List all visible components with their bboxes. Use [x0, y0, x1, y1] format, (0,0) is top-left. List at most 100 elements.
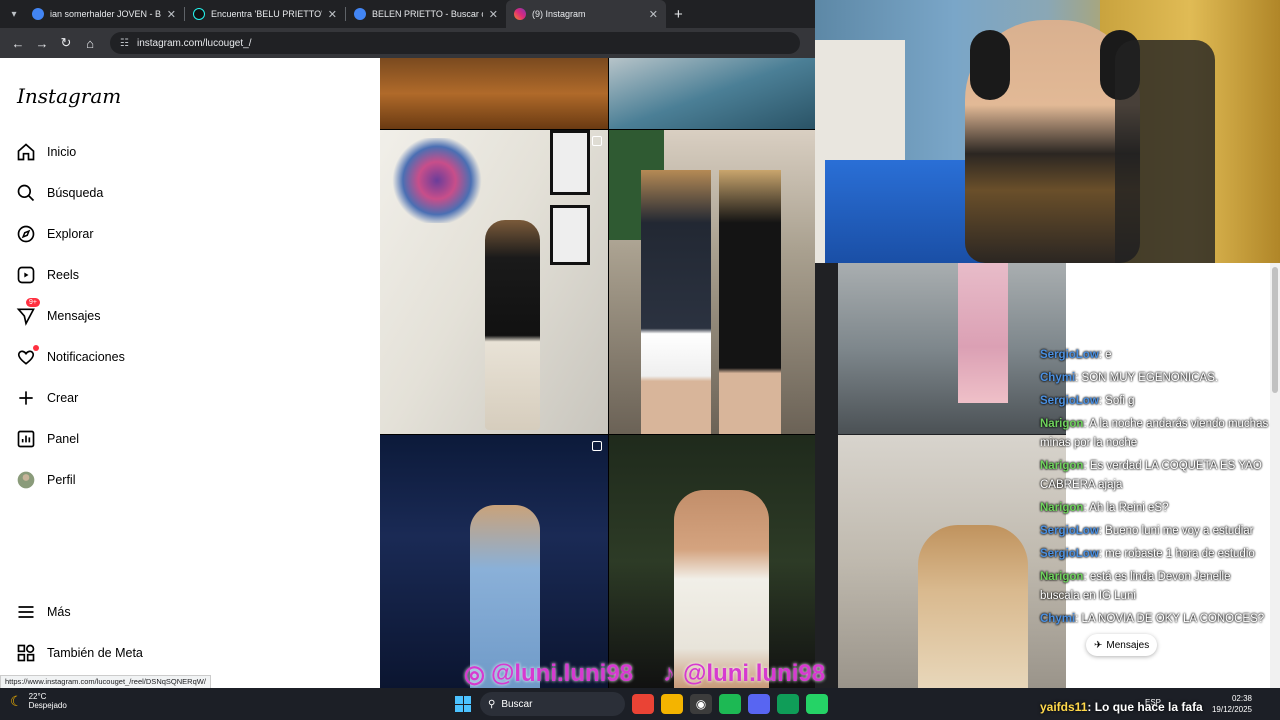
chart-icon [16, 429, 36, 449]
home-icon[interactable]: ⌂ [78, 36, 102, 51]
weather-condition: Despejado [28, 701, 67, 710]
page-scrollbar[interactable] [1270, 263, 1280, 688]
tab-search-icon[interactable]: ▾ [4, 4, 24, 24]
nav-label: También de Meta [47, 646, 143, 660]
obs-icon[interactable]: ◉ [690, 694, 712, 714]
nav-label: Más [47, 605, 71, 619]
post-thumbnail[interactable] [609, 130, 815, 434]
tiktok-icon [193, 8, 205, 20]
browser-tab-3[interactable]: BELEN PRIETTO - Buscar con Go ✕ [346, 0, 506, 28]
chat-message: Chymi: SON MUY EGENONICAS. [1040, 372, 1219, 384]
stream-chat: SergioLow: e Chymi: SON MUY EGENONICAS. … [1040, 346, 1270, 633]
close-icon[interactable]: ✕ [328, 8, 337, 21]
tab-label: ian somerhalder JOVEN - Busca [50, 9, 161, 19]
discord-icon[interactable] [748, 694, 770, 714]
browser-tab-2[interactable]: Encuentra 'BELU PRIETTO' en Ti ✕ [185, 0, 345, 28]
spotify-icon[interactable] [719, 694, 741, 714]
close-icon[interactable]: ✕ [167, 8, 176, 21]
chat-message: Narigon: está es linda Devon Jenelle bus… [1040, 571, 1231, 602]
folder-icon[interactable] [661, 694, 683, 714]
clock-date: 19/12/2025 [1211, 705, 1252, 714]
new-tab-button[interactable]: + [674, 6, 683, 23]
nav-inicio[interactable]: Inicio [16, 138, 76, 166]
instagram-sidebar: Instagram Inicio Búsqueda Explorar Reels… [0, 58, 380, 688]
post-thumbnail[interactable] [609, 58, 815, 129]
forward-icon[interactable]: → [30, 36, 54, 51]
nav-notificaciones[interactable]: Notificaciones [16, 343, 125, 371]
url-text: instagram.com/lucouget_/ [136, 37, 252, 49]
tiktok-icon: ♪ [663, 660, 676, 687]
menu-icon [16, 602, 36, 622]
start-button[interactable] [455, 696, 471, 712]
chat-message: SergioLow: e [1040, 349, 1112, 361]
chat-message: Narigon: A la noche andarás viendo mucha… [1040, 418, 1269, 449]
nav-tambien-de-meta[interactable]: También de Meta [16, 639, 143, 667]
chat-message: Narigon: Es verdad LA COQUETA ES YAO CAB… [1040, 460, 1262, 491]
taskbar-apps: ◉ [632, 694, 835, 714]
instagram-icon: ◎ [464, 660, 485, 688]
heart-icon [16, 345, 39, 367]
close-icon[interactable]: ✕ [649, 8, 658, 21]
nav-busqueda[interactable]: Búsqueda [16, 179, 103, 207]
chrome-icon[interactable] [632, 694, 654, 714]
weather-widget[interactable]: ☾ 22°C Despejado [10, 692, 67, 710]
home-icon [16, 142, 36, 162]
nav-explorar[interactable]: Explorar [16, 220, 94, 248]
nav-perfil[interactable]: Perfil [16, 466, 75, 494]
address-bar[interactable]: ☷ instagram.com/lucouget_/ [110, 32, 800, 54]
chat-message: Chymi: LA NOVIA DE OKY LA CONOCES? [1040, 613, 1265, 625]
post-thumbnail[interactable] [380, 130, 608, 434]
meta-icon [16, 643, 36, 663]
clock-time: 02:38 [1231, 694, 1252, 703]
ticker-text: : Lo que hace la fafa [1087, 700, 1203, 714]
taskbar-search[interactable]: ⚲ Buscar [480, 692, 625, 716]
nav-label: Búsqueda [47, 186, 104, 200]
nav-mensajes[interactable]: 9+ Mensajes [16, 298, 101, 330]
nav-label: Notificaciones [47, 350, 125, 364]
post-thumbnail[interactable] [380, 435, 608, 688]
nav-crear[interactable]: Crear [16, 384, 78, 412]
nav-reels[interactable]: Reels [16, 261, 79, 289]
chat-message: SergioLow: me robaste 1 hora de estudio [1040, 548, 1255, 560]
whatsapp-icon[interactable] [806, 694, 828, 714]
nav-panel[interactable]: Panel [16, 425, 79, 453]
tab-label: BELEN PRIETTO - Buscar con Go [372, 9, 483, 19]
tiktok-handle: @luni.luni98 [683, 660, 826, 687]
site-info-icon[interactable]: ☷ [120, 38, 129, 49]
profile-post-grid [380, 58, 815, 688]
messages-float-button[interactable]: ✈ Mensajes [1086, 634, 1158, 656]
avatar-icon [16, 470, 36, 490]
post-thumbnail[interactable] [609, 435, 815, 688]
nav-mas[interactable]: Más [16, 598, 71, 626]
nav-label: Reels [47, 268, 79, 282]
search-placeholder: Buscar [501, 698, 533, 710]
reels-icon [16, 265, 36, 285]
messages-badge: 9+ [26, 298, 40, 307]
close-icon[interactable]: ✕ [489, 8, 498, 21]
plus-icon [16, 388, 36, 408]
system-clock[interactable]: 02:38 19/12/2025 [1212, 693, 1252, 715]
messenger-icon: 9+ [16, 298, 40, 326]
reload-icon[interactable]: ↻ [54, 35, 78, 51]
back-icon[interactable]: ← [6, 36, 30, 51]
browser-tab-1[interactable]: ian somerhalder JOVEN - Busca ✕ [24, 0, 184, 28]
browser-tab-instagram[interactable]: (9) Instagram ✕ [506, 0, 666, 28]
chat-message: SergioLow: Bueno luni me voy a estudiar [1040, 525, 1254, 537]
messages-float-label: Mensajes [1106, 639, 1150, 651]
weather-temp: 22°C [28, 692, 47, 701]
chat-message: Narigon: Ah la Reini eS? [1040, 502, 1169, 514]
ticker-user: yaifds11 [1040, 700, 1088, 714]
edge-icon[interactable] [777, 694, 799, 714]
moon-icon: ☾ [10, 692, 23, 709]
post-thumbnail[interactable] [838, 263, 1066, 434]
nav-label: Crear [47, 391, 79, 405]
carousel-icon [592, 441, 602, 451]
instagram-logo[interactable]: Instagram [17, 84, 121, 108]
post-thumbnail[interactable] [838, 435, 1066, 688]
tab-label: Encuentra 'BELU PRIETTO' en Ti [211, 9, 322, 19]
nav-label: Perfil [47, 473, 76, 487]
stream-ticker: yaifds11: Lo que hace la fafa [1040, 700, 1203, 714]
post-thumbnail[interactable] [380, 58, 608, 129]
stream-handle-overlay: ◎ @luni.luni98 ♪ @luni.luni98 [464, 658, 825, 690]
tab-label: (9) Instagram [532, 9, 586, 19]
